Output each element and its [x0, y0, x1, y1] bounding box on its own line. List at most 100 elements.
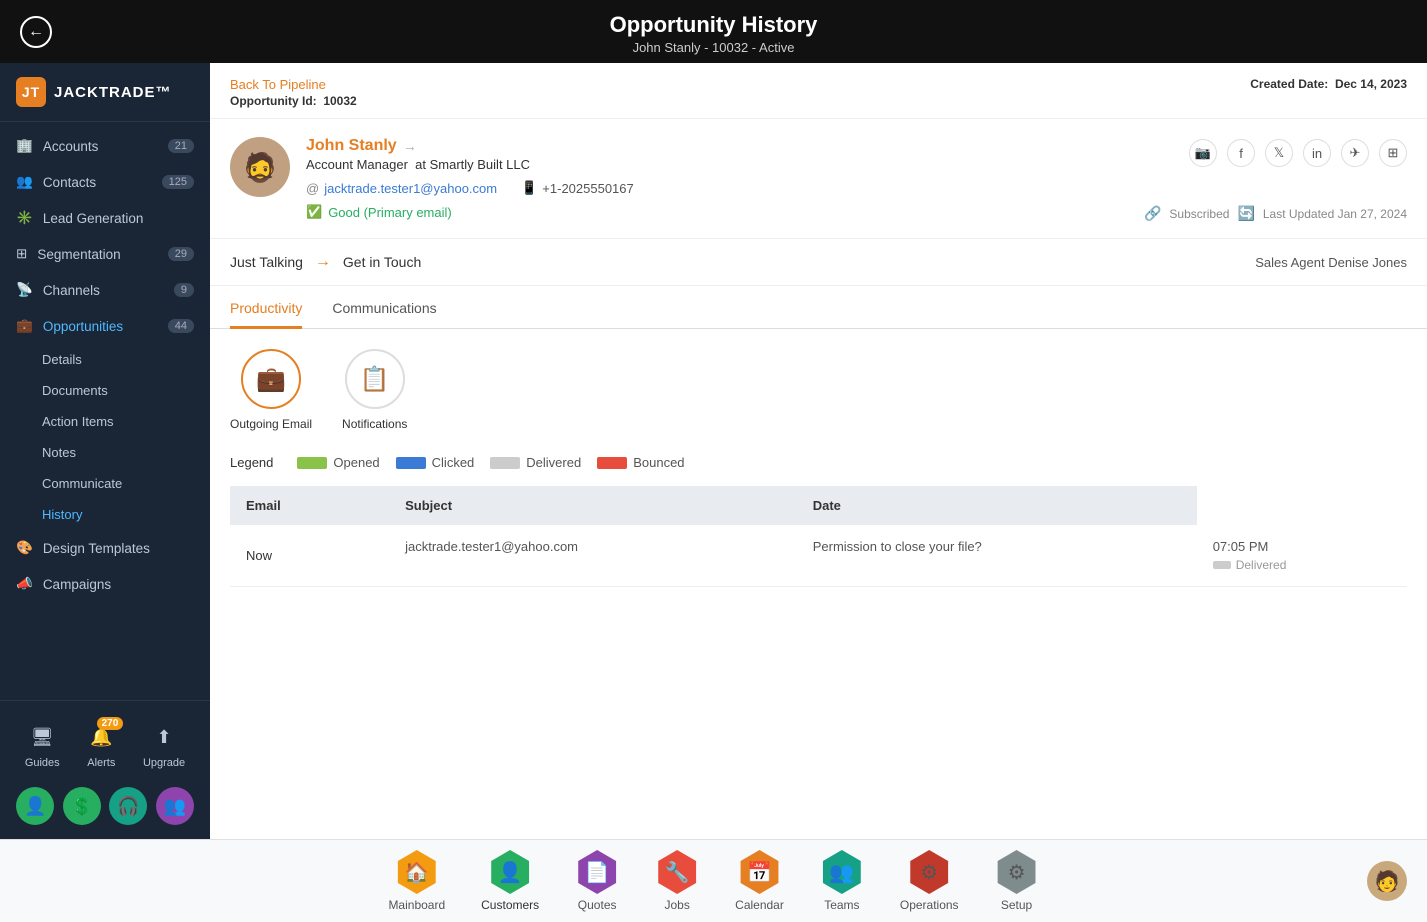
alerts-button[interactable]: 🔔 270 Alerts: [85, 721, 117, 769]
delivered-dot: [1213, 561, 1231, 569]
avatar: 🧔: [230, 137, 290, 197]
telegram-icon[interactable]: ✈: [1341, 139, 1369, 167]
email-table: Email Subject Date Now jacktrade.tester1…: [230, 486, 1407, 587]
sidebar-item-campaigns[interactable]: 📣Campaigns: [0, 566, 210, 602]
top-bar: ← Opportunity History John Stanly - 1003…: [0, 0, 1427, 63]
accounts-badge: 21: [168, 139, 194, 153]
sidebar-label-lead-generation: Lead Generation: [43, 211, 144, 226]
person-icon[interactable]: 👤: [16, 787, 54, 825]
col-subject: Subject: [389, 486, 797, 525]
sidebar-label-opportunities: Opportunities: [43, 319, 123, 334]
nav-operations[interactable]: ⚙ Operations: [882, 846, 977, 916]
sidebar-bottom: 🖥 Guides 🔔 270 Alerts ⬆ Upgrade 👤 💲 🎧 👥: [0, 700, 210, 839]
notifications-icon: 📋: [345, 349, 405, 409]
nav-mainboard[interactable]: 🏠 Mainboard: [370, 846, 463, 916]
sidebar-nav: 🏢Accounts 21 👥Contacts 125 ✳️Lead Genera…: [0, 122, 210, 700]
channels-badge: 9: [174, 283, 194, 297]
setup-label: Setup: [1001, 898, 1032, 912]
guides-button[interactable]: 🖥 Guides: [25, 721, 60, 769]
person-contact: @ jacktrade.tester1@yahoo.com 📱 +1-20255…: [306, 180, 1407, 196]
outgoing-email-label: Outgoing Email: [230, 417, 312, 431]
nav-quotes[interactable]: 📄 Quotes: [557, 846, 637, 916]
sub-nav-documents[interactable]: Documents: [0, 375, 210, 406]
notifications-label: Notifications: [342, 417, 407, 431]
tabs-section: Productivity Communications: [210, 286, 1427, 329]
sidebar-item-lead-generation[interactable]: ✳️Lead Generation: [0, 200, 210, 236]
mainboard-label: Mainboard: [388, 898, 445, 912]
jobs-icon: 🔧: [655, 850, 699, 894]
person-name-arrow[interactable]: →: [403, 138, 417, 154]
jobs-label: Jobs: [664, 898, 689, 912]
back-button[interactable]: ←: [20, 16, 52, 48]
customers-icon: 👤: [488, 850, 532, 894]
subscribed-info: 🔗 Subscribed 🔄 Last Updated Jan 27, 2024: [1144, 205, 1407, 222]
tab-communications[interactable]: Communications: [332, 286, 436, 329]
sidebar-label-campaigns: Campaigns: [43, 577, 111, 592]
contacts-badge: 125: [162, 175, 194, 189]
calendar-icon: 📅: [738, 850, 782, 894]
twitter-icon[interactable]: 𝕏: [1265, 139, 1293, 167]
col-email: Email: [230, 486, 389, 525]
grid-icon[interactable]: ⊞: [1379, 139, 1407, 167]
notifications-item[interactable]: 📋 Notifications: [342, 349, 407, 431]
sidebar-item-contacts[interactable]: 👥Contacts 125: [0, 164, 210, 200]
upgrade-button[interactable]: ⬆ Upgrade: [143, 721, 185, 769]
back-to-pipeline-link[interactable]: Back To Pipeline: [230, 77, 1407, 92]
sidebar-item-opportunities[interactable]: 💼Opportunities 44: [0, 308, 210, 344]
sub-nav-notes[interactable]: Notes: [0, 437, 210, 468]
comm-section: 💼 Outgoing Email 📋 Notifications Legend …: [210, 329, 1427, 607]
row-time: 07:05 PM: [1213, 539, 1391, 554]
created-date-value: Dec 14, 2023: [1335, 77, 1407, 91]
calendar-label: Calendar: [735, 898, 784, 912]
sidebar-label-segmentation: Segmentation: [37, 247, 120, 262]
nav-calendar[interactable]: 📅 Calendar: [717, 846, 802, 916]
headset-icon[interactable]: 🎧: [109, 787, 147, 825]
dollar-icon[interactable]: 💲: [63, 787, 101, 825]
nav-setup[interactable]: ⚙ Setup: [977, 846, 1057, 916]
sidebar-item-design-templates[interactable]: 🎨Design Templates: [0, 530, 210, 566]
nav-jobs[interactable]: 🔧 Jobs: [637, 846, 717, 916]
sub-nav-details[interactable]: Details: [0, 344, 210, 375]
current-stage: Just Talking: [230, 254, 303, 270]
email-link[interactable]: jacktrade.tester1@yahoo.com: [324, 181, 497, 196]
outgoing-email-item[interactable]: 💼 Outgoing Email: [230, 349, 312, 431]
row-status: Delivered: [1213, 558, 1287, 572]
sales-agent: Sales Agent Denise Jones: [1255, 255, 1407, 270]
phone-number: +1-2025550167: [542, 181, 633, 196]
legend: Legend Opened Clicked Delivered Bounced: [230, 455, 1407, 470]
teams-label: Teams: [824, 898, 859, 912]
row-email: jacktrade.tester1@yahoo.com: [405, 539, 781, 554]
last-updated: Last Updated Jan 27, 2024: [1263, 207, 1407, 221]
sidebar-label-channels: Channels: [43, 283, 100, 298]
logo-icon: JT: [16, 77, 46, 107]
opportunities-badge: 44: [168, 319, 194, 333]
sub-nav-history[interactable]: History: [0, 499, 210, 530]
nav-customers[interactable]: 👤 Customers: [463, 846, 557, 916]
segmentation-badge: 29: [168, 247, 194, 261]
facebook-icon[interactable]: f: [1227, 139, 1255, 167]
person-card: 🧔 John Stanly → Account Manager at Smart…: [210, 119, 1427, 239]
quotes-icon: 📄: [575, 850, 619, 894]
sidebar-item-segmentation[interactable]: ⊞Segmentation 29: [0, 236, 210, 272]
table-row: Now jacktrade.tester1@yahoo.com Permissi…: [230, 525, 1407, 587]
social-icons: 📷 f 𝕏 in ✈ ⊞: [1189, 139, 1407, 167]
sub-nav-action-items[interactable]: Action Items: [0, 406, 210, 437]
email-contact: @ jacktrade.tester1@yahoo.com: [306, 180, 497, 196]
nav-teams[interactable]: 👥 Teams: [802, 846, 882, 916]
user-avatar[interactable]: 🧑: [1367, 861, 1407, 901]
tab-productivity[interactable]: Productivity: [230, 286, 302, 329]
sub-nav-communicate[interactable]: Communicate: [0, 468, 210, 499]
row-time-label: Now: [230, 525, 389, 587]
opportunity-id-label: Opportunity Id:: [230, 94, 317, 108]
content-header: Created Date: Dec 14, 2023 Back To Pipel…: [210, 63, 1427, 119]
delivered-color: [490, 457, 520, 469]
group-icon[interactable]: 👥: [156, 787, 194, 825]
teams-icon: 👥: [820, 850, 864, 894]
sidebar-item-channels[interactable]: 📡Channels 9: [0, 272, 210, 308]
content-area: Created Date: Dec 14, 2023 Back To Pipel…: [210, 63, 1427, 839]
linkedin-icon[interactable]: in: [1303, 139, 1331, 167]
instagram-icon[interactable]: 📷: [1189, 139, 1217, 167]
sidebar-item-accounts[interactable]: 🏢Accounts 21: [0, 128, 210, 164]
row-date-cell: 07:05 PM Delivered: [1197, 525, 1407, 587]
logo-text: JACKTRADE™: [54, 84, 172, 101]
